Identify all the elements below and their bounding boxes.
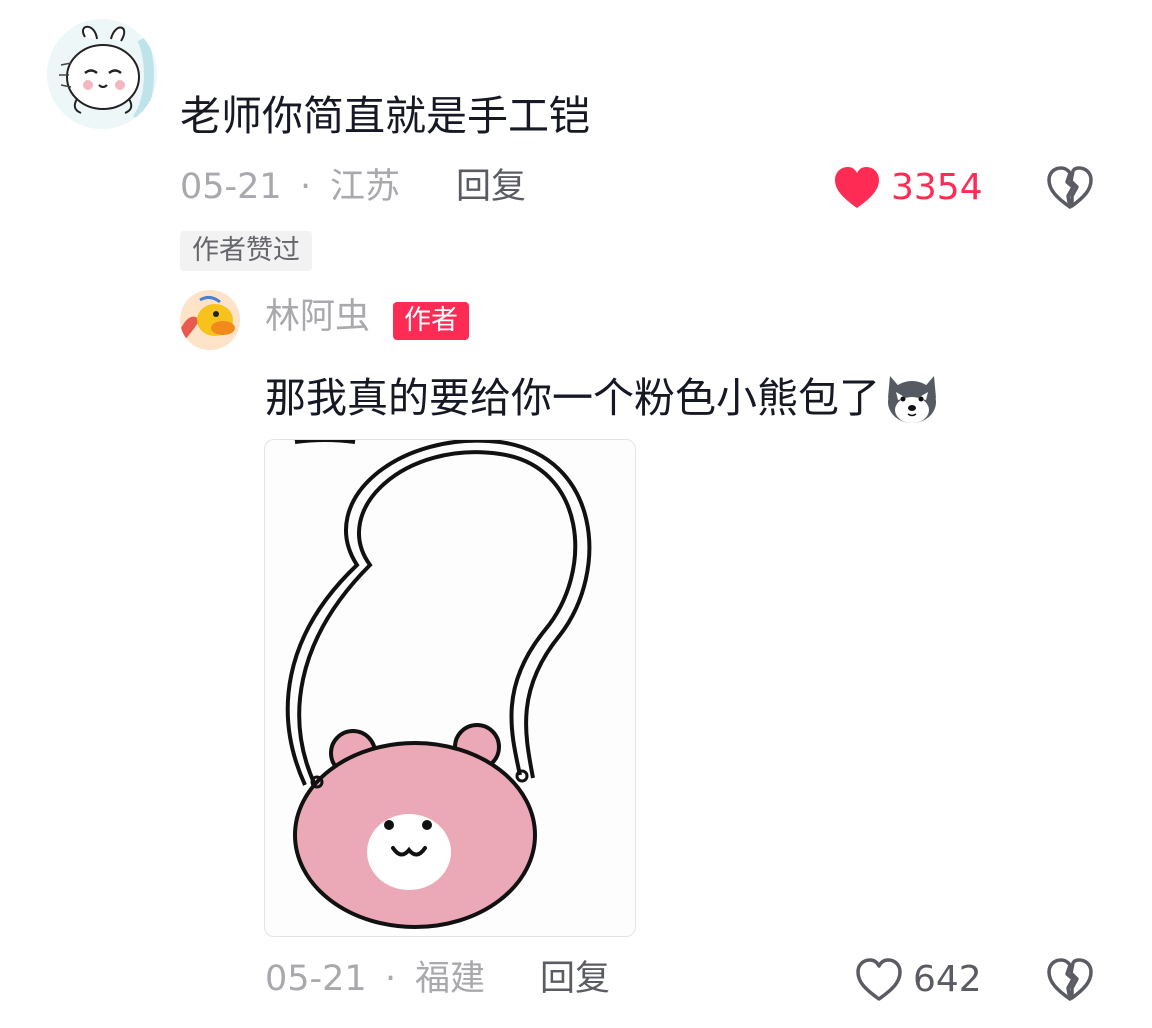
- like-button[interactable]: 3354: [833, 166, 983, 210]
- duck-avatar-icon: [180, 290, 240, 350]
- comment-date: 05-21: [180, 167, 282, 207]
- bunny-avatar-icon: [47, 19, 157, 129]
- reply-date: 05-21: [265, 959, 367, 999]
- pink-bear-bag-image: [285, 440, 592, 929]
- reply-location: 福建: [415, 959, 486, 999]
- comment-thread: 老师你简直就是手工铠 05-21 · 江苏 回复 3354 作者赞过 林阿虫 作…: [0, 0, 1152, 1028]
- author-liked-badge: 作者赞过: [180, 231, 312, 271]
- comment-text: 老师你简直就是手工铠: [180, 92, 590, 140]
- reply-button[interactable]: 回复: [456, 170, 526, 205]
- commenter-avatar[interactable]: [47, 19, 157, 129]
- heart-filled-icon: [835, 167, 879, 208]
- reply-separator: ·: [385, 959, 397, 999]
- dislike-button[interactable]: [1046, 166, 1094, 214]
- author-badge: 作者: [393, 302, 469, 340]
- reply-dislike-button[interactable]: [1046, 958, 1094, 1006]
- comment-location: 江苏: [330, 167, 401, 207]
- reply-author-avatar[interactable]: [180, 290, 240, 350]
- heart-outline-icon: [856, 958, 902, 1001]
- broken-heart-icon: [1047, 958, 1093, 1001]
- reply-image[interactable]: [264, 439, 636, 937]
- reply-reply-button[interactable]: 回复: [540, 962, 610, 997]
- comment-separator: ·: [300, 167, 312, 207]
- reply-text: 那我真的要给你一个粉色小熊包了: [265, 373, 880, 422]
- reply-like-count: 642: [913, 959, 982, 1000]
- broken-heart-icon: [1047, 166, 1093, 209]
- like-count: 3354: [891, 167, 983, 208]
- reply-author-name[interactable]: 林阿虫: [265, 300, 370, 335]
- reply-like-button[interactable]: 642: [855, 958, 982, 1002]
- husky-emoji-icon: [888, 376, 936, 423]
- reply-text-line: 那我真的要给你一个粉色小熊包了: [265, 370, 942, 426]
